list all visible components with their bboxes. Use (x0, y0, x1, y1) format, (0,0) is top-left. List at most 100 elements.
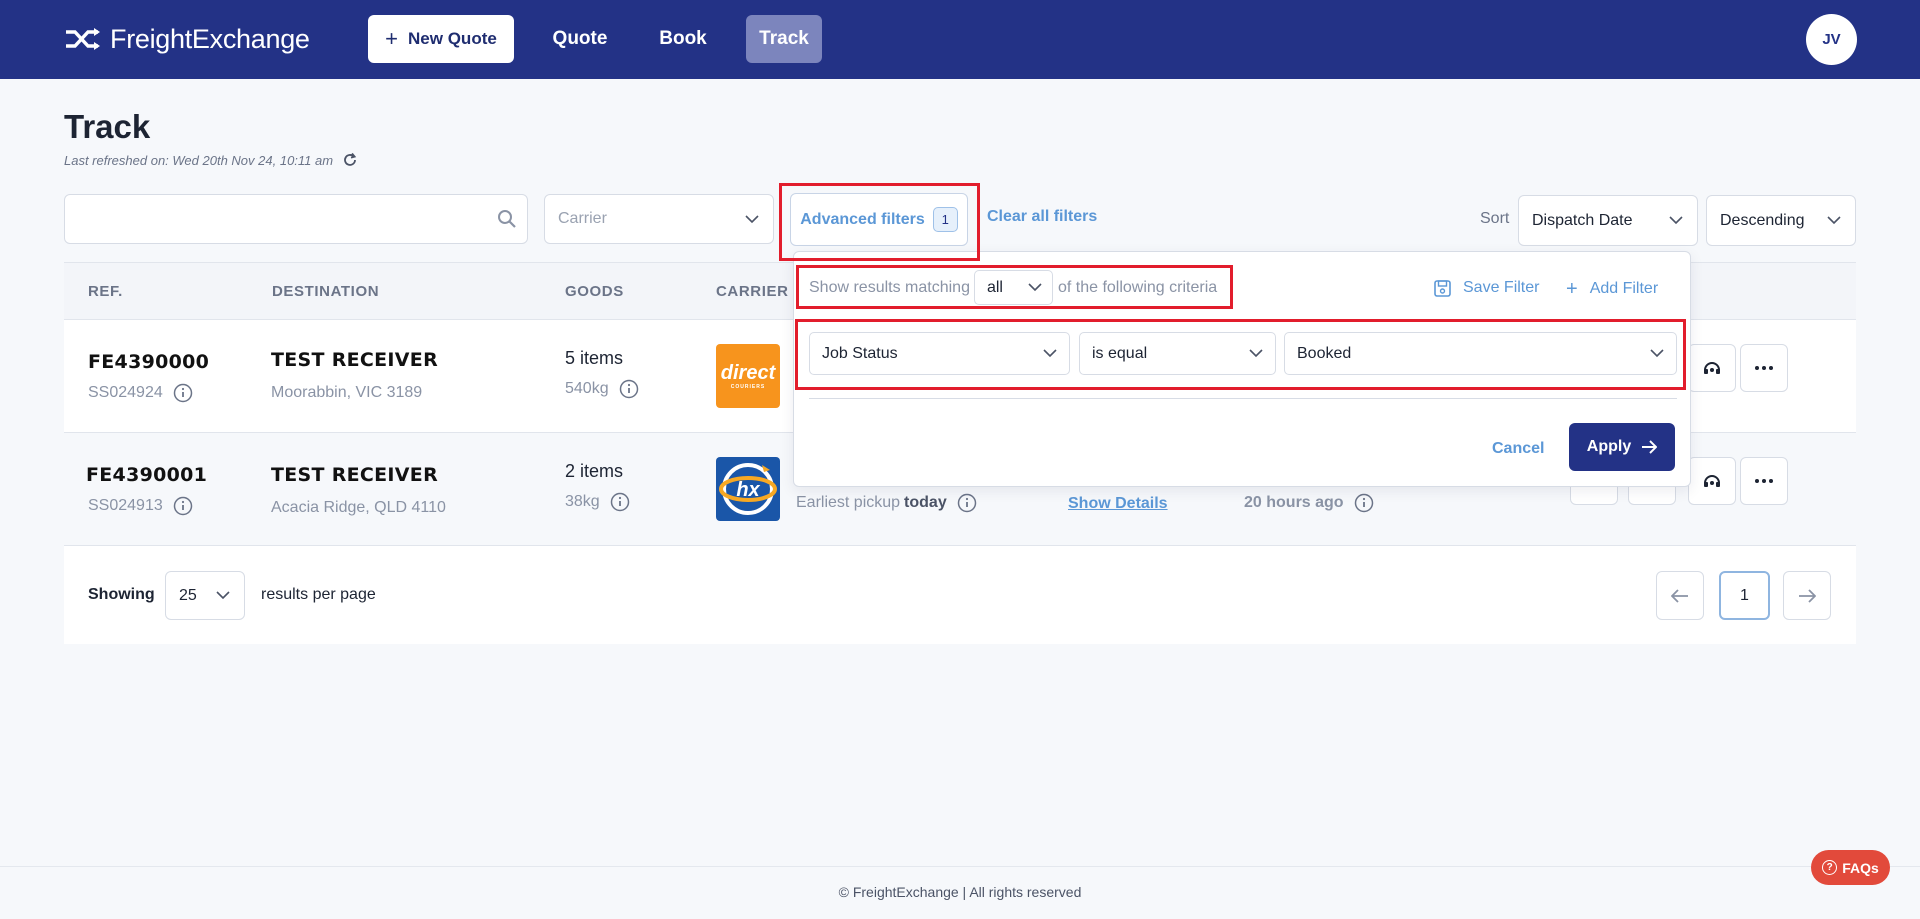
chevron-down-icon (1043, 349, 1057, 358)
last-update-text: 20 hours ago (1244, 494, 1344, 511)
goods-cell: 5 items 540kg (565, 348, 639, 399)
brand-name: FreightExchange (110, 23, 310, 54)
destination-suburb: Acacia Ridge, QLD 4110 (271, 499, 446, 516)
destination-cell: TEST RECEIVER Moorabbin, VIC 3189 (271, 349, 438, 402)
sub-ref-text: SS024913 (88, 497, 163, 514)
nav-book[interactable]: Book (650, 15, 716, 63)
page-1-button[interactable]: 1 (1719, 571, 1770, 620)
hx-carrier-logo: hx (716, 457, 780, 521)
rule-operator-select[interactable]: is equal (1079, 332, 1276, 375)
info-icon[interactable] (173, 383, 193, 403)
shuffle-logo-icon (66, 28, 100, 50)
chevron-down-icon (1028, 283, 1042, 292)
direct-logo-text: direct (720, 361, 776, 384)
info-icon[interactable] (1354, 493, 1374, 513)
direct-logo-subtext: COURIERS (730, 383, 766, 390)
advanced-filters-button[interactable]: Advanced filters 1 (790, 193, 968, 246)
chevron-down-icon (745, 214, 759, 224)
goods-items: 2 items (565, 461, 624, 481)
footer-divider (0, 866, 1920, 867)
save-filter-label: Save Filter (1463, 279, 1540, 296)
info-icon[interactable] (173, 496, 193, 516)
sort-order-value: Descending (1720, 211, 1805, 229)
tracking-button[interactable] (1688, 344, 1736, 392)
sort-label: Sort (1480, 210, 1510, 227)
chevron-down-icon (1249, 349, 1263, 358)
faqs-button[interactable]: ? FAQs (1811, 850, 1890, 885)
goods-weight-text: 540kg (565, 380, 609, 397)
next-page-button[interactable] (1783, 571, 1831, 620)
more-icon (1755, 366, 1773, 370)
sort-field-select[interactable]: Dispatch Date (1518, 195, 1698, 246)
new-quote-button[interactable]: + New Quote (368, 15, 514, 63)
advanced-filters-label: Advanced filters (800, 210, 925, 228)
refresh-icon[interactable] (342, 152, 358, 168)
clear-all-filters-link[interactable]: Clear all filters (987, 208, 1097, 226)
user-avatar[interactable]: JV (1806, 14, 1857, 65)
info-icon[interactable] (619, 379, 639, 399)
save-icon (1434, 279, 1451, 297)
goods-items: 5 items (565, 348, 624, 368)
copyright-text: © FreightExchange | All rights reserved (838, 884, 1082, 900)
page-title: Track (64, 108, 151, 145)
goods-weight-text: 38kg (565, 493, 600, 510)
info-icon[interactable] (957, 493, 977, 513)
chevron-down-icon (1827, 216, 1841, 225)
last-refreshed: Last refreshed on: Wed 20th Nov 24, 10:1… (64, 152, 358, 168)
cancel-button[interactable]: Cancel (1492, 440, 1544, 458)
advanced-filters-popover: Show results matching all of the followi… (793, 251, 1691, 487)
more-icon (1755, 479, 1773, 483)
sub-ref: SS024924 (88, 383, 209, 403)
search-icon[interactable] (497, 209, 517, 234)
more-actions-button[interactable] (1740, 344, 1788, 392)
info-icon[interactable] (610, 492, 630, 512)
show-details-link[interactable]: Show Details (1068, 495, 1168, 513)
search-field[interactable] (64, 194, 528, 244)
direct-couriers-logo: direct COURIERS (716, 344, 780, 408)
plus-icon: + (1566, 278, 1578, 300)
sort-order-select[interactable]: Descending (1706, 195, 1856, 246)
goods-cell: 2 items 38kg (565, 461, 630, 512)
more-actions-button[interactable] (1740, 457, 1788, 505)
per-page-select[interactable]: 25 (165, 571, 245, 620)
support-icon (1704, 362, 1720, 374)
match-mode-select[interactable]: all (973, 270, 1053, 305)
column-header-carrier: CARRIER (716, 283, 789, 300)
popover-divider (809, 398, 1677, 399)
chevron-down-icon (216, 591, 230, 600)
pickup-value: today (904, 494, 947, 511)
search-input[interactable] (79, 195, 479, 241)
last-refreshed-text: Last refreshed on: Wed 20th Nov 24, 10:1… (64, 152, 334, 168)
rule-field-select[interactable]: Job Status (809, 332, 1070, 375)
hx-logo-text: hx (736, 479, 760, 501)
ref-cell: FE4390001 SS024913 (86, 464, 207, 516)
apply-label: Apply (1586, 438, 1632, 455)
brand-logo[interactable]: FreightExchange (64, 22, 310, 56)
filter-count-badge: 1 (932, 207, 958, 232)
save-filter-button[interactable]: Save Filter (1434, 279, 1539, 297)
ref-cell: FE4390000 SS024924 (88, 351, 209, 403)
destination-name: TEST RECEIVER (271, 464, 439, 486)
carrier-select[interactable]: Carrier (544, 194, 774, 244)
arrow-right-icon (1642, 440, 1658, 454)
previous-page-button[interactable] (1656, 571, 1704, 620)
job-ref[interactable]: FE4390000 (88, 351, 209, 373)
rule-value-select[interactable]: Booked (1284, 332, 1677, 375)
destination-name: TEST RECEIVER (271, 349, 439, 371)
apply-button[interactable]: Apply (1569, 423, 1675, 471)
help-icon: ? (1822, 860, 1838, 875)
nav-quote[interactable]: Quote (544, 15, 616, 63)
match-prefix: Show results matching (809, 278, 970, 296)
goods-weight: 540kg (565, 379, 639, 399)
add-filter-button[interactable]: + Add Filter (1566, 279, 1658, 299)
support-icon (1704, 475, 1720, 487)
destination-cell: TEST RECEIVER Acacia Ridge, QLD 4110 (271, 464, 446, 517)
rule-value-value: Booked (1297, 344, 1352, 362)
rule-field-value: Job Status (822, 344, 898, 362)
nav-track[interactable]: Track (746, 15, 822, 63)
job-ref[interactable]: FE4390001 (86, 464, 207, 486)
sub-ref-text: SS024924 (88, 384, 163, 401)
column-header-ref: REF. (88, 283, 123, 300)
tracking-button[interactable] (1688, 457, 1736, 505)
arrow-left-icon (1671, 588, 1688, 603)
